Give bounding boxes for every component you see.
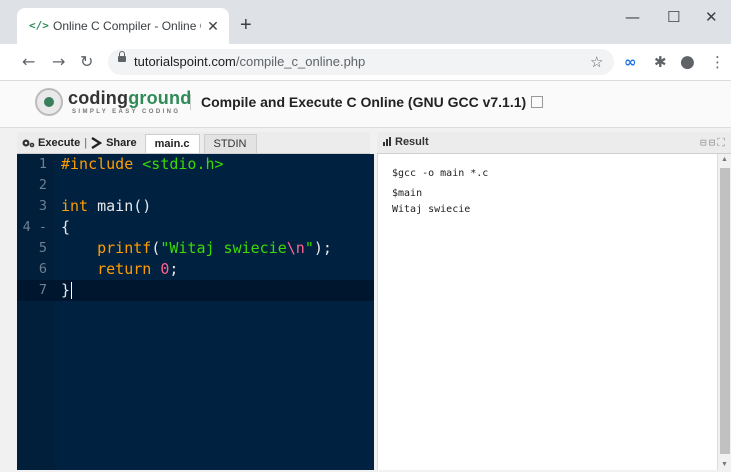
output-line: Witaj swiecie	[392, 204, 471, 215]
line-number: 7	[38, 282, 47, 298]
site-header: codingground SIMPLY EASY CODING Compile …	[0, 81, 731, 128]
result-label: Result	[383, 136, 429, 148]
extensions-puzzle-icon[interactable]: ✱	[654, 53, 667, 71]
gears-icon	[22, 139, 35, 147]
bar-chart-icon	[383, 137, 391, 146]
menu-icon[interactable]: ⋮	[710, 53, 725, 71]
code-favicon-icon: </>	[29, 19, 49, 32]
url-path: /compile_c_online.php	[235, 54, 366, 69]
output-line: $main	[392, 188, 423, 199]
line-number: 5	[38, 240, 47, 256]
new-tab-icon[interactable]: +	[240, 15, 252, 35]
share-arrow-icon	[91, 136, 103, 149]
scroll-up-icon[interactable]: ▲	[721, 156, 728, 163]
code-text: int main()	[61, 197, 152, 215]
tab-title: Online C Compiler - Online C Edi	[53, 19, 201, 33]
codingground-logo-icon[interactable]	[35, 88, 63, 116]
logo-tagline: SIMPLY EASY CODING	[72, 109, 181, 115]
line-number: 4 -	[22, 219, 47, 235]
forward-icon[interactable]: →	[52, 53, 65, 71]
reload-icon[interactable]: ↻	[80, 53, 93, 71]
execute-button[interactable]: Execute	[17, 132, 84, 153]
editor-toolbar: Execute | Share main.c STDIN	[17, 132, 370, 154]
page: codingground SIMPLY EASY CODING Compile …	[0, 81, 731, 472]
code-text: return 0;	[97, 260, 179, 278]
share-button[interactable]: Share	[87, 132, 141, 153]
result-scrollbar[interactable]: ▲ ▼	[717, 154, 731, 470]
code-text: }	[61, 281, 73, 299]
line-number: 2	[38, 177, 47, 193]
scroll-thumb[interactable]	[720, 168, 730, 454]
tab-main-c[interactable]: main.c	[144, 134, 200, 153]
minimize-icon[interactable]: —	[625, 8, 640, 26]
code-line: 4 - {	[17, 217, 374, 238]
maximize-icon[interactable]: ☐	[667, 8, 680, 26]
output-line: $gcc -o main *.c	[392, 168, 489, 179]
edit-icon[interactable]	[531, 96, 544, 108]
text-cursor	[71, 282, 73, 299]
line-number: 3	[38, 198, 47, 214]
code-text: #include <stdio.h>	[61, 155, 224, 173]
share-label: Share	[106, 136, 137, 149]
result-output: $gcc -o main *.c $main Witaj swiecie	[377, 154, 718, 470]
lock-icon[interactable]	[118, 51, 126, 62]
address-bar[interactable]: tutorialspoint.com/compile_c_online.php	[108, 49, 614, 75]
result-label-text: Result	[395, 136, 429, 148]
code-editor[interactable]: 1 #include <stdio.h> 2 3 int main() 4 - { 5…	[17, 154, 374, 470]
code-line: 5 printf("Witaj swiecie\n");	[17, 238, 374, 259]
line-number: 6	[38, 261, 47, 277]
browser-tab[interactable]: </> Online C Compiler - Online C Edi ✕	[17, 8, 229, 44]
url-host: tutorialspoint.com	[134, 54, 236, 69]
code-text: printf("Witaj swiecie\n");	[97, 239, 332, 257]
result-window-controls-icon[interactable]: ⊟⊟⛶	[700, 136, 727, 150]
profile-icon[interactable]: ●	[680, 53, 695, 71]
code-line: 6 return 0;	[17, 259, 374, 280]
logo-wordmark[interactable]: codingground	[68, 88, 191, 109]
tab-stdin[interactable]: STDIN	[203, 134, 257, 153]
back-icon[interactable]: ←	[22, 53, 35, 71]
code-line-active: 7}	[17, 280, 374, 301]
browser-tabstrip: </> Online C Compiler - Online C Edi ✕ +…	[0, 0, 731, 44]
page-title-text: Compile and Execute C Online (GNU GCC v7…	[201, 94, 527, 110]
code-line: 2	[17, 175, 374, 196]
logo-word-coding: coding	[68, 88, 129, 108]
browser-toolbar: ← → ↻ tutorialspoint.com/compile_c_onlin…	[0, 44, 731, 81]
execute-label: Execute	[38, 136, 81, 149]
scroll-down-icon[interactable]: ▼	[721, 461, 728, 468]
result-toolbar: Result ⊟⊟⛶	[377, 132, 731, 154]
line-number: 1	[38, 156, 47, 172]
code-text: {	[61, 218, 71, 236]
page-title: Compile and Execute C Online (GNU GCC v7…	[190, 94, 544, 110]
window-close-icon[interactable]: ✕	[705, 8, 718, 26]
url-text: tutorialspoint.com/compile_c_online.php	[134, 54, 365, 69]
code-line: 1 #include <stdio.h>	[17, 154, 374, 175]
extension-icon[interactable]: ∞	[624, 53, 637, 71]
bookmark-star-icon[interactable]: ☆	[590, 53, 603, 71]
tab-close-icon[interactable]: ✕	[205, 18, 221, 35]
logo-word-ground: ground	[128, 88, 192, 108]
code-line: 3 int main()	[17, 196, 374, 217]
